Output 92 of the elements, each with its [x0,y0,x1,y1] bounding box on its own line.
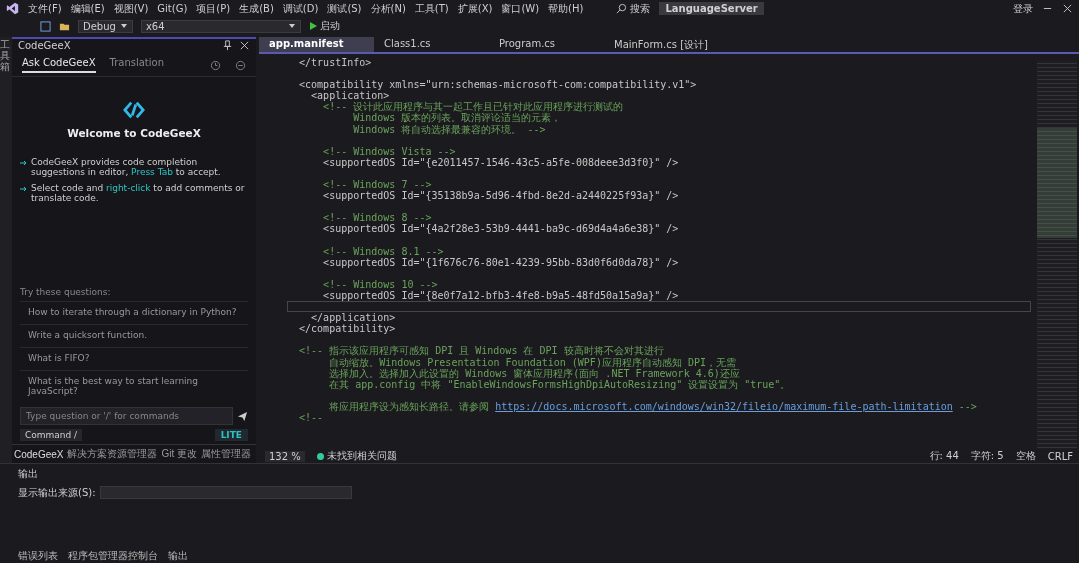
editor-tab[interactable]: Program.cs [489,37,604,52]
code-line: </compatibility> [298,323,396,335]
command-button[interactable]: Command / [20,429,83,441]
code-line: <!-- Windows 10 --> [322,278,438,290]
code-line: <application> [311,90,390,102]
close-icon[interactable] [239,40,250,51]
code-line: <supportedOS Id="{8e0f7a12-bfb3-4fe8-b9a5-48fd50a15a9a}" /> [322,289,679,301]
suggested-question[interactable]: What is FIFO? [20,347,248,368]
code-line: <!-- Windows Vista --> [322,145,456,157]
code-line: <!-- 指示该应用程序可感知 DPI 且 Windows 在 DPI 较高时将不会对其进行 [298,345,664,357]
arrow-icon [20,185,28,193]
menu-item[interactable]: 生成(B) [239,1,274,16]
tip-text: CodeGeeX provides code completion suggestions in editor, Press Tab to accept. [31,157,222,177]
search-button[interactable]: 搜索 [616,1,651,16]
code-line: 将应用程序设为感知长路径。请参阅 https://docs.microsoft.com/windows/win32/fileio/maximum-file-path-limitation --> [328,400,977,412]
code-line: <!-- Windows 7 --> [322,179,432,191]
code-line: 自动缩放。Windows Presentation Foundation (WPF)应用程序自动感知 DPI，无需 [328,356,736,368]
panel-tab[interactable]: CodeGeeX [14,448,64,460]
code-line: <compatibility xmlns="urn:schemas-microsoft-com:compatibility.v1"> [298,79,697,91]
code-line: Windows 将自动选择最兼容的环境。 --> [352,123,546,135]
questions-heading: Try these questions: [19,287,112,299]
menu-item[interactable]: 测试(S) [327,1,362,16]
spaces-status: 空格 [1015,449,1036,463]
issues-status: 未找到相关问题 [316,449,397,463]
code-line: <!-- Windows 8.1 --> [322,245,444,257]
close-icon[interactable] [1062,3,1073,14]
tool-window-tab[interactable]: 错误列表 [18,548,58,563]
code-line: Windows 版本的列表。取消评论适当的元素， [352,112,562,124]
arrow-icon [20,159,28,167]
editor-tab[interactable]: MainForm.cs [设计] [604,37,719,52]
caret-icon [287,22,296,30]
source-label: 显示输出来源(S): [18,486,96,500]
menu-item[interactable]: 调试(D) [282,1,319,16]
code-line: </application> [311,312,396,324]
char-status: 字符: 5 [970,449,1004,463]
history-icon[interactable] [210,59,221,71]
suggested-question[interactable]: What is the best way to start learning JavaScript? [20,370,248,401]
save-icon[interactable] [40,20,51,32]
menu-item[interactable]: 文件(F) [28,1,62,16]
line-status: 行: 44 [929,449,959,463]
code-line: </trustInfo> [298,57,372,68]
search-icon [616,3,628,14]
configuration-dropdown[interactable]: Debug [78,19,133,33]
codegeex-logo-icon [123,99,145,121]
editor-tab[interactable]: app.manifest [259,37,374,52]
code-line: 选择加入。选择加入此设置的 Windows 窗体应用程序(面向 .NET Framework 4.6)还应 [328,367,740,379]
code-line: <!-- 设计此应用程序与其一起工作且已针对此应用程序进行测试的 [322,101,624,113]
menu-item[interactable]: Git(G) [157,3,188,14]
play-icon [308,22,317,30]
minus-circle-icon[interactable] [235,59,246,71]
output-title: 输出 [18,467,39,481]
suggested-question[interactable]: How to iterate through a dictionary in Python? [20,301,248,322]
panel-tab[interactable]: 属性管理器 [201,447,252,461]
panel-tab[interactable]: Ask CodeGeeX [22,57,96,73]
menu-item[interactable]: 视图(V) [113,1,149,16]
pin-icon[interactable] [222,40,233,51]
editor-tab[interactable]: Class1.cs [374,37,489,52]
platform-dropdown[interactable]: x64 [140,19,301,33]
sign-in-button[interactable]: 登录 [1013,1,1033,16]
tip-text: Select code and right-click to add comments or translate code. [31,183,246,203]
code-line: <!-- Windows 8 --> [322,212,432,224]
send-icon[interactable] [237,410,248,422]
menu-item[interactable]: 项目(P) [196,1,231,16]
vs-logo-icon [6,2,19,15]
toolbox-tab[interactable]: 工具箱 [0,37,12,463]
panel-title: CodeGeeX [18,40,71,51]
menu-item[interactable]: 窗口(W) [501,1,540,16]
code-line: <supportedOS Id="{e2011457-1546-43c5-a5fe-008deee3d3f0}" /> [322,156,679,168]
welcome-heading: Welcome to CodeGeeX [67,127,201,139]
panel-tab[interactable]: 解决方案资源管理器 [67,447,158,461]
menu-item[interactable]: 工具(T) [414,1,449,16]
zoom-dropdown[interactable]: 132 % [265,450,305,462]
solution-name: LanguageServer [659,2,764,15]
code-line: <supportedOS Id="{35138b9a-5d96-4fbd-8e2d-a2440225f93a}" /> [322,190,679,202]
tool-window-tab[interactable]: 输出 [168,548,188,563]
menu-item[interactable]: 分析(N) [370,1,406,16]
suggested-question[interactable]: Write a quicksort function. [20,324,248,345]
menu-item[interactable]: 扩展(X) [457,1,493,16]
code-line: <supportedOS Id="{4a2f28e3-53b9-4441-ba9c-d69d4a4a6e38}" /> [322,223,679,235]
code-line: <supportedOS Id="{1f676c76-80e1-4239-95bb-83d0f6d0da78}" /> [322,256,679,268]
menu-item[interactable]: 帮助(H) [548,1,584,16]
start-button[interactable]: 启动 [308,19,340,33]
caret-icon [119,22,128,30]
menu-item[interactable]: 编辑(E) [70,1,105,16]
panel-tab[interactable]: Git 更改 [161,447,198,461]
tool-window-tab[interactable]: 程序包管理器控制台 [68,548,158,563]
code-line: <!-- [298,412,324,423]
code-line: 在其 app.config 中将 "EnableWindowsFormsHighDpiAutoResizing" 设置设置为 "true"。 [328,378,791,390]
eol-status: CRLF [1047,450,1073,462]
panel-tab[interactable]: Translation [109,57,165,73]
mode-badge[interactable]: LITE [214,429,248,441]
question-input[interactable]: Type question or '/' for commands [20,407,233,425]
